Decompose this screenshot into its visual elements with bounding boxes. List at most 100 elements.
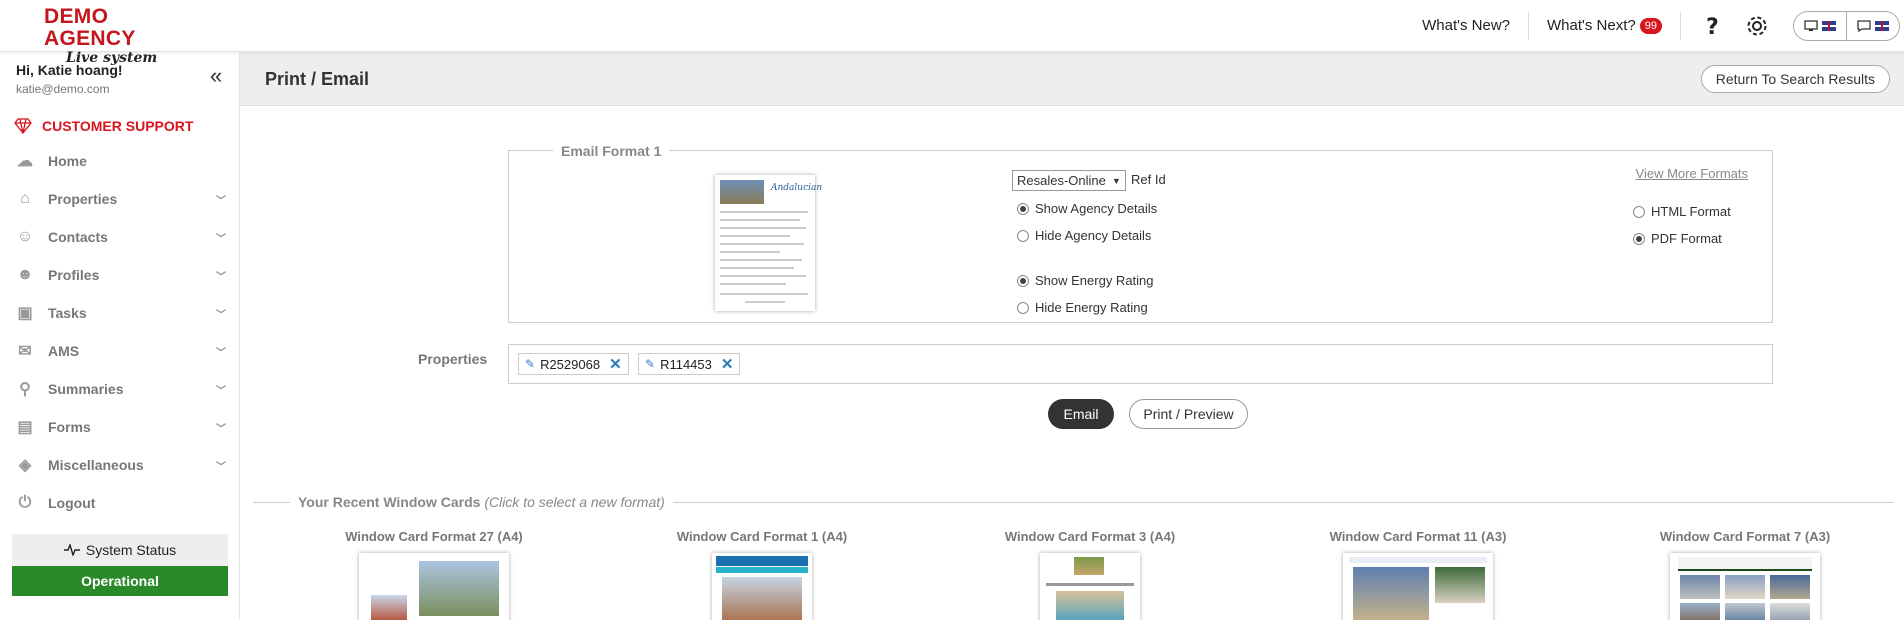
pencil-icon[interactable]: ✎ [645, 357, 655, 371]
property-tag-ref: R114453 [660, 356, 712, 372]
hide-energy-rating-option[interactable]: Hide Energy Rating [1017, 300, 1148, 315]
system-status-panel[interactable]: System Status Operational [12, 534, 228, 596]
card-banner [716, 567, 808, 573]
show-energy-rating-option[interactable]: Show Energy Rating [1017, 273, 1154, 288]
card-photo [1074, 557, 1104, 575]
thumbnail-line [720, 219, 800, 221]
remove-tag-icon[interactable]: ✕ [609, 355, 622, 373]
chevron-down-icon: ﹀ [216, 424, 226, 435]
pulse-icon [63, 544, 80, 556]
radio-button[interactable] [1633, 205, 1645, 218]
ref-source-select[interactable]: Resales-Online ▼ [1012, 170, 1126, 191]
cloud-icon: ☁ [17, 153, 33, 170]
sidebar-item-miscellaneous[interactable]: ◈ Miscellaneous ﹀ [0, 446, 240, 484]
sidebar-item-ams[interactable]: ✉ AMS ﹀ [0, 332, 240, 370]
sidebar-item-tasks[interactable]: ▣ Tasks ﹀ [0, 294, 240, 332]
property-tag[interactable]: ✎ R2529068 ✕ [518, 353, 629, 375]
card-photo [1725, 575, 1765, 599]
nav-divider [1680, 12, 1681, 40]
window-card-title: Window Card Format 11 (A3) [1329, 529, 1507, 544]
whats-new-link[interactable]: What's New? [1404, 11, 1528, 41]
recent-hint: (Click to select a new format) [484, 494, 665, 510]
uk-flag-icon [1875, 21, 1889, 31]
window-card-option[interactable]: Window Card Format 11 (A3) [1268, 529, 1568, 620]
sidebar: Hi, Katie hoang! katie@demo.com « CUSTOM… [0, 52, 240, 620]
property-tag[interactable]: ✎ R114453 ✕ [638, 353, 741, 375]
remove-tag-icon[interactable]: ✕ [721, 355, 734, 373]
chevron-down-icon: ﹀ [216, 196, 226, 207]
sidebar-item-contacts[interactable]: ☺ Contacts ﹀ [0, 218, 240, 256]
window-card-option[interactable]: Window Card Format 7 (A3) [1595, 529, 1895, 620]
print-preview-button[interactable]: Print / Preview [1129, 399, 1248, 429]
radio-label: PDF Format [1651, 231, 1722, 246]
return-to-search-button[interactable]: Return To Search Results [1700, 65, 1890, 93]
sidebar-item-label: Logout [48, 495, 96, 511]
sitemap-icon: ⚲ [19, 381, 31, 398]
house-icon: ⌂ [20, 190, 30, 207]
sidebar-item-summaries[interactable]: ⚲ Summaries ﹀ [0, 370, 240, 408]
chevron-down-icon: ﹀ [216, 272, 226, 283]
radio-label: Show Energy Rating [1035, 273, 1154, 288]
sidebar-item-profiles[interactable]: ☻ Profiles ﹀ [0, 256, 240, 294]
email-button[interactable]: Email [1048, 399, 1114, 429]
card-header-strip [1678, 557, 1812, 571]
email-format-legend: Email Format 1 [553, 142, 670, 160]
sidebar-item-properties[interactable]: ⌂ Properties ﹀ [0, 180, 240, 218]
window-card-thumbnail[interactable] [1670, 553, 1820, 620]
radio-button[interactable] [1017, 229, 1029, 242]
sidebar-item-logout[interactable]: ⏻ Logout [0, 484, 240, 522]
sidebar-item-label: Profiles [48, 267, 100, 283]
card-photo [1680, 603, 1720, 620]
property-tag-ref: R2529068 [540, 356, 601, 372]
radio-button[interactable] [1633, 232, 1645, 245]
window-card-option[interactable]: Window Card Format 3 (A4) [940, 529, 1240, 620]
window-card-thumbnail[interactable] [1040, 553, 1140, 620]
view-more-formats-link[interactable]: View More Formats [1636, 166, 1748, 181]
monitor-icon [1804, 20, 1818, 31]
agency-logo[interactable]: DEMO AGENCY Live system [44, 6, 204, 67]
window-card-title: Window Card Format 27 (A4) [345, 529, 523, 544]
window-card-option[interactable]: Window Card Format 27 (A4) [284, 529, 584, 620]
thumbnail-line [720, 227, 806, 229]
content-language-pill[interactable] [1846, 12, 1899, 40]
radio-label: HTML Format [1651, 204, 1731, 219]
window-card-thumbnail[interactable] [359, 553, 509, 620]
email-format-thumbnail[interactable]: Andalucian [715, 175, 822, 311]
window-card-thumbnail[interactable] [712, 553, 812, 620]
interface-language-pill[interactable] [1794, 12, 1846, 40]
thumbnail-line [720, 235, 790, 237]
card-photo [1770, 575, 1810, 599]
radio-button[interactable] [1017, 202, 1029, 215]
html-format-option[interactable]: HTML Format [1633, 204, 1731, 219]
pdf-format-option[interactable]: PDF Format [1633, 231, 1722, 246]
pencil-icon[interactable]: ✎ [525, 357, 535, 371]
sidebar-item-label: Contacts [48, 229, 108, 245]
sidebar-item-forms[interactable]: ▤ Forms ﹀ [0, 408, 240, 446]
radio-button[interactable] [1017, 301, 1029, 314]
whats-next-link[interactable]: What's Next? 99 [1529, 11, 1680, 41]
window-card-option[interactable]: Window Card Format 1 (A4) [612, 529, 912, 620]
uk-flag-icon [1822, 21, 1836, 31]
thumbnail-line [720, 211, 808, 213]
collapse-sidebar-icon[interactable]: « [210, 65, 222, 87]
card-photo [1725, 603, 1765, 620]
question-icon[interactable]: ? [1693, 6, 1733, 46]
hide-agency-details-option[interactable]: Hide Agency Details [1017, 228, 1151, 243]
thumbnail-line [720, 293, 808, 295]
radio-label: Hide Energy Rating [1035, 300, 1148, 315]
customer-support-link[interactable]: CUSTOMER SUPPORT [14, 114, 193, 138]
svg-text:?: ? [1706, 15, 1719, 38]
briefcase-icon: ▣ [17, 305, 33, 322]
chevron-down-icon: ﹀ [216, 234, 226, 245]
user-email: katie@demo.com [16, 82, 110, 96]
window-card-thumbnail[interactable] [1343, 553, 1493, 620]
show-agency-details-option[interactable]: Show Agency Details [1017, 201, 1157, 216]
radio-button[interactable] [1017, 274, 1029, 287]
chevron-down-icon: ﹀ [216, 348, 226, 359]
ref-id-label: Ref Id [1131, 172, 1166, 187]
radio-label: Show Agency Details [1035, 201, 1158, 216]
gear-icon[interactable] [1737, 6, 1777, 46]
chevron-down-icon: ﹀ [216, 462, 226, 473]
sidebar-item-home[interactable]: ☁ Home [0, 142, 240, 180]
properties-tag-input[interactable]: ✎ R2529068 ✕ ✎ R114453 ✕ [508, 344, 1773, 384]
